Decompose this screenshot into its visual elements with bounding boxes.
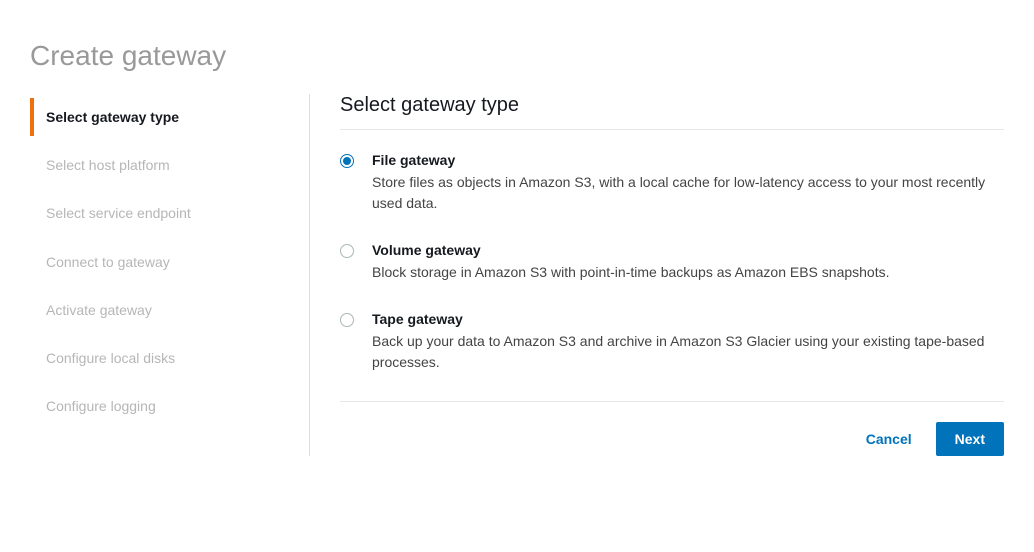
footer-actions: Cancel Next (340, 422, 1004, 456)
sidebar-item-configure-local-disks[interactable]: Configure local disks (30, 339, 309, 377)
sidebar-item-select-host-platform[interactable]: Select host platform (30, 146, 309, 184)
footer-divider (340, 401, 1004, 402)
radio-file-gateway[interactable] (340, 154, 354, 168)
cancel-button[interactable]: Cancel (852, 423, 926, 455)
sidebar-item-select-gateway-type[interactable]: Select gateway type (30, 98, 309, 136)
sidebar-item-select-service-endpoint[interactable]: Select service endpoint (30, 194, 309, 232)
page-title: Create gateway (30, 40, 1004, 72)
option-volume-gateway[interactable]: Volume gateway Block storage in Amazon S… (340, 242, 1004, 283)
option-tape-gateway[interactable]: Tape gateway Back up your data to Amazon… (340, 311, 1004, 373)
option-description: Back up your data to Amazon S3 and archi… (372, 331, 1004, 373)
main-panel: Select gateway type File gateway Store f… (310, 94, 1004, 456)
option-body: Tape gateway Back up your data to Amazon… (372, 311, 1004, 373)
option-file-gateway[interactable]: File gateway Store files as objects in A… (340, 152, 1004, 214)
sidebar-item-configure-logging[interactable]: Configure logging (30, 387, 309, 425)
next-button[interactable]: Next (936, 422, 1004, 456)
option-body: File gateway Store files as objects in A… (372, 152, 1004, 214)
option-description: Block storage in Amazon S3 with point-in… (372, 262, 1004, 283)
radio-tape-gateway[interactable] (340, 313, 354, 327)
sidebar-item-connect-to-gateway[interactable]: Connect to gateway (30, 243, 309, 281)
radio-volume-gateway[interactable] (340, 244, 354, 258)
option-title: Volume gateway (372, 242, 1004, 258)
option-title: File gateway (372, 152, 1004, 168)
sidebar-item-activate-gateway[interactable]: Activate gateway (30, 291, 309, 329)
option-description: Store files as objects in Amazon S3, wit… (372, 172, 1004, 214)
option-title: Tape gateway (372, 311, 1004, 327)
option-body: Volume gateway Block storage in Amazon S… (372, 242, 1004, 283)
section-heading: Select gateway type (340, 94, 1004, 130)
wizard-sidebar: Select gateway type Select host platform… (30, 94, 310, 456)
layout: Select gateway type Select host platform… (30, 94, 1004, 456)
